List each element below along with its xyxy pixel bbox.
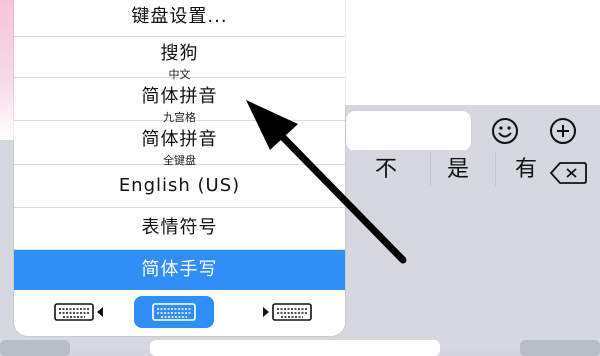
menu-item-emoji[interactable]: 表情符号 xyxy=(14,208,345,250)
text-input-bar[interactable] xyxy=(345,110,472,152)
menu-item-label: 简体拼音 xyxy=(141,129,218,150)
menu-item-pinyin-9key[interactable]: 简体拼音 九宫格 xyxy=(14,79,345,124)
keyboard-right-button[interactable] xyxy=(246,296,326,328)
menu-item-english[interactable]: English (US) xyxy=(14,166,345,208)
candidate-word[interactable]: 是 xyxy=(447,150,469,190)
backspace-button[interactable] xyxy=(548,160,588,186)
menu-item-label: 简体手写 xyxy=(141,259,218,280)
menu-item-sogou[interactable]: 搜狗 中文 xyxy=(14,36,345,81)
candidate-separator xyxy=(495,152,496,186)
menu-item-label: 搜狗 xyxy=(160,43,199,64)
menu-item-handwriting[interactable]: 简体手写 xyxy=(14,250,345,290)
menu-item-label: English (US) xyxy=(118,175,241,196)
keyboard-center-icon xyxy=(152,303,196,321)
keyboard-left-icon xyxy=(54,303,103,321)
menu-item-label: 键盘设置... xyxy=(131,6,228,27)
menu-item-label: 表情符号 xyxy=(141,217,218,238)
keyboard-left-button[interactable] xyxy=(40,296,120,328)
backspace-icon xyxy=(549,162,587,184)
menu-item-pinyin-full[interactable]: 简体拼音 全键盘 xyxy=(14,122,345,167)
keyboard-key[interactable] xyxy=(520,340,600,356)
candidate-word[interactable]: 有 xyxy=(515,150,537,190)
menu-item-keyboard-settings[interactable]: 键盘设置... xyxy=(14,0,345,37)
plus-circle-icon xyxy=(550,118,576,144)
smiley-icon xyxy=(492,118,518,144)
candidate-word[interactable]: 不 xyxy=(375,150,397,190)
keyboard-center-button[interactable] xyxy=(134,296,214,328)
app-content-area xyxy=(345,0,600,105)
keyboard-right-icon xyxy=(263,303,312,321)
add-button[interactable] xyxy=(544,116,582,146)
candidate-separator xyxy=(430,152,431,186)
menu-item-label: 简体拼音 xyxy=(141,86,218,107)
keyboard-key[interactable] xyxy=(0,340,70,356)
emoji-button[interactable] xyxy=(486,117,524,145)
input-method-menu: 键盘设置... 搜狗 中文 简体拼音 九宫格 简体拼音 全键盘 English … xyxy=(14,0,345,336)
keyboard-position-switcher xyxy=(14,290,345,336)
space-key[interactable] xyxy=(150,340,440,356)
